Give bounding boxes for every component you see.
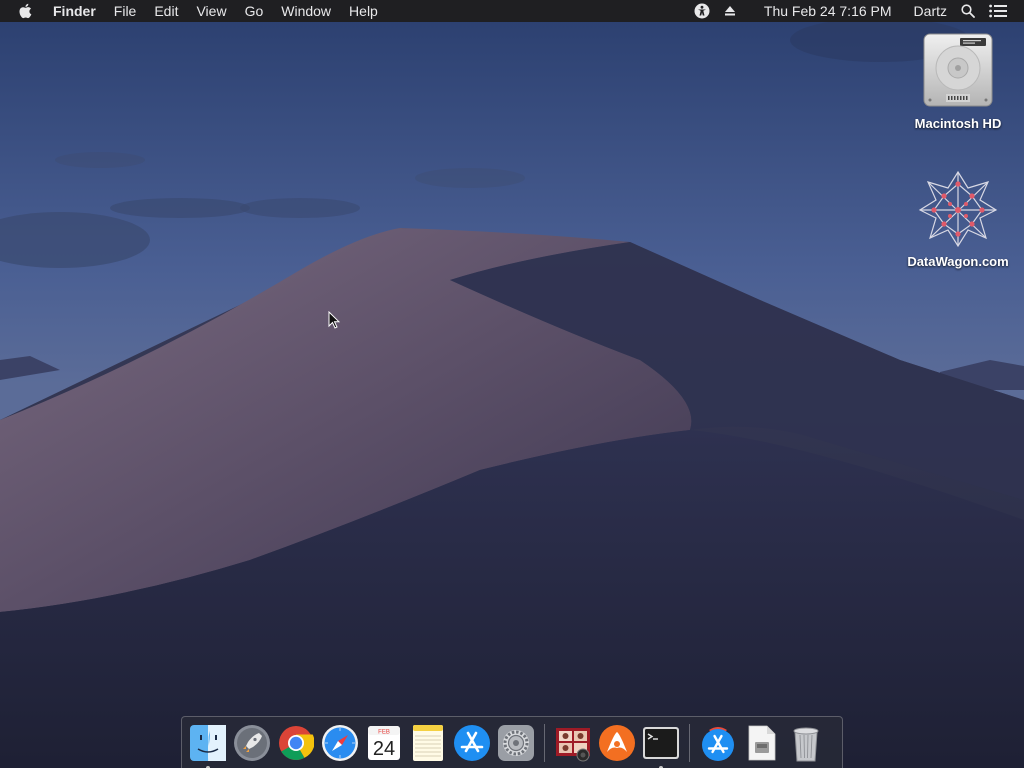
mouse-cursor-icon — [328, 311, 340, 329]
app-store-downloads-icon — [702, 726, 734, 761]
menu-help[interactable]: Help — [340, 0, 387, 22]
dock-item-launchpad[interactable] — [232, 723, 272, 763]
calendar-icon: FEB 24 — [368, 725, 400, 760]
finder-icon — [190, 724, 226, 761]
notes-icon — [413, 724, 443, 761]
dock-item-safari[interactable] — [320, 723, 360, 763]
menu-bar: Finder File Edit View Go Window Help Thu… — [0, 0, 1024, 22]
documents-stack-icon — [748, 725, 776, 760]
dock-item-photo-booth[interactable] — [553, 723, 593, 763]
dock-item-terminal[interactable] — [641, 723, 681, 768]
menu-go[interactable]: Go — [236, 0, 273, 22]
dock-item-app-store[interactable] — [452, 723, 492, 763]
desktop-icon-label: DataWagon.com — [907, 254, 1009, 269]
terminal-icon — [643, 726, 679, 759]
chrome-icon — [279, 725, 314, 760]
dock-item-notes[interactable] — [408, 723, 448, 763]
dock-item-chrome[interactable] — [276, 723, 316, 763]
dock-item-finder[interactable] — [188, 723, 228, 768]
desktop[interactable]: Finder File Edit View Go Window Help Thu… — [0, 0, 1024, 768]
trash-icon — [793, 727, 819, 761]
menu-clock[interactable]: Thu Feb 24 7:16 PM — [757, 0, 899, 22]
system-preferences-icon — [498, 724, 534, 761]
app-menu-finder[interactable]: Finder — [44, 0, 105, 22]
hard-drive-icon — [923, 33, 993, 107]
calendar-month-label: FEB — [378, 729, 390, 735]
photo-booth-icon — [556, 727, 590, 761]
dock-item-system-preferences[interactable] — [496, 723, 536, 763]
app-store-icon — [454, 724, 490, 761]
menu-view[interactable]: View — [187, 0, 235, 22]
eject-icon[interactable] — [717, 5, 743, 17]
dock-item-trash[interactable] — [786, 723, 826, 763]
dock-item-calendar[interactable]: FEB 24 — [364, 723, 404, 763]
menu-window[interactable]: Window — [272, 0, 340, 22]
calendar-day-label: 24 — [373, 738, 395, 760]
mojave-wallpaper — [0, 0, 1024, 768]
dock-item-app-store-downloads[interactable] — [698, 723, 738, 763]
menu-file[interactable]: File — [105, 0, 146, 22]
desktop-icon-macintosh-hd[interactable]: Macintosh HD — [898, 32, 1018, 131]
dock: FEB 24 — [181, 716, 843, 768]
datawagon-network-icon — [918, 170, 998, 248]
launchpad-icon — [234, 724, 270, 761]
accessibility-icon[interactable] — [687, 3, 717, 19]
notification-center-icon[interactable] — [982, 4, 1014, 18]
menu-user[interactable]: Dartz — [907, 0, 954, 22]
dock-item-avast[interactable] — [597, 723, 637, 763]
dock-separator — [544, 723, 545, 762]
dock-item-documents-stack[interactable] — [742, 723, 782, 763]
avast-icon — [599, 724, 635, 761]
desktop-icon-datawagon[interactable]: DataWagon.com — [898, 168, 1018, 269]
desktop-icon-label: Macintosh HD — [914, 116, 1002, 131]
menu-edit[interactable]: Edit — [145, 0, 187, 22]
apple-menu-icon[interactable] — [18, 3, 32, 19]
spotlight-search-icon[interactable] — [954, 4, 982, 18]
dock-separator — [689, 723, 690, 762]
safari-icon — [322, 724, 358, 761]
